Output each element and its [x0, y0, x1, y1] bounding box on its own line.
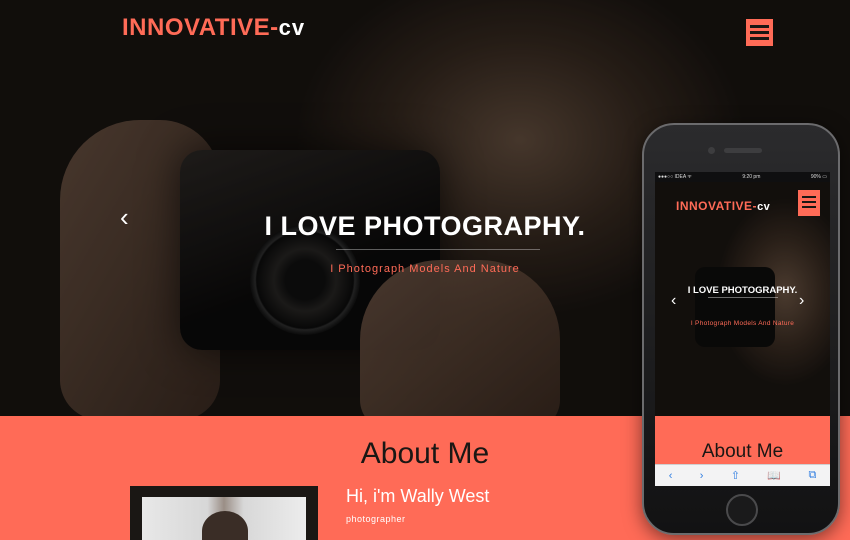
status-battery: 90% ▭	[810, 174, 827, 180]
phone-about-title: About Me	[701, 441, 784, 462]
slider-prev-arrow-icon[interactable]: ‹	[120, 204, 129, 230]
phone-next-arrow-icon[interactable]: ›	[799, 292, 804, 310]
browser-share-icon[interactable]: ⇧	[731, 469, 740, 482]
hero-divider	[336, 249, 540, 250]
browser-forward-icon[interactable]: ›	[700, 470, 704, 482]
about-greeting: Hi, i'm Wally West	[346, 486, 490, 506]
logo-main-text: INNOVATIVE-	[122, 14, 279, 41]
logo-suffix-text: cv	[278, 15, 306, 40]
status-carrier: ●●●○○ IDEA ᯤ	[658, 174, 692, 180]
phone-status-bar: ●●●○○ IDEA ᯤ 9:20 pm 90% ▭	[655, 172, 830, 182]
profile-photo-frame	[130, 486, 318, 540]
browser-back-icon[interactable]: ‹	[669, 470, 673, 482]
about-role: photographer	[346, 514, 406, 524]
phone-hero-divider	[708, 297, 778, 298]
profile-photo	[142, 497, 306, 540]
phone-hamburger-menu-icon[interactable]	[798, 190, 820, 216]
phone-speaker	[724, 148, 762, 153]
phone-site-logo[interactable]: INNOVATIVE-cv	[676, 199, 770, 213]
phone-camera-icon	[708, 147, 715, 154]
phone-logo-suffix: cv	[757, 201, 771, 213]
phone-screen: ●●●○○ IDEA ᯤ 9:20 pm 90% ▭ INNOVATIVE-cv…	[655, 172, 830, 486]
phone-browser-toolbar: ‹ › ⇧ 📖 ⧉	[655, 464, 830, 486]
browser-bookmarks-icon[interactable]: 📖	[767, 469, 781, 482]
phone-mockup: ●●●○○ IDEA ᯤ 9:20 pm 90% ▭ INNOVATIVE-cv…	[642, 123, 840, 535]
status-time: 9:20 pm	[742, 174, 761, 180]
phone-prev-arrow-icon[interactable]: ‹	[671, 292, 676, 310]
hamburger-menu-icon[interactable]	[746, 19, 773, 46]
hero-subtitle: I Photograph Models And Nature	[330, 263, 520, 275]
phone-logo-main: INNOVATIVE-	[676, 199, 758, 213]
hero-title: I LOVE PHOTOGRAPHY.	[264, 211, 586, 241]
browser-tabs-icon[interactable]: ⧉	[808, 469, 816, 482]
site-logo[interactable]: INNOVATIVE-cv	[122, 14, 305, 42]
phone-hero-subtitle: I Photograph Models And Nature	[690, 320, 795, 327]
phone-home-button	[726, 494, 758, 526]
about-title: About Me	[360, 437, 490, 470]
